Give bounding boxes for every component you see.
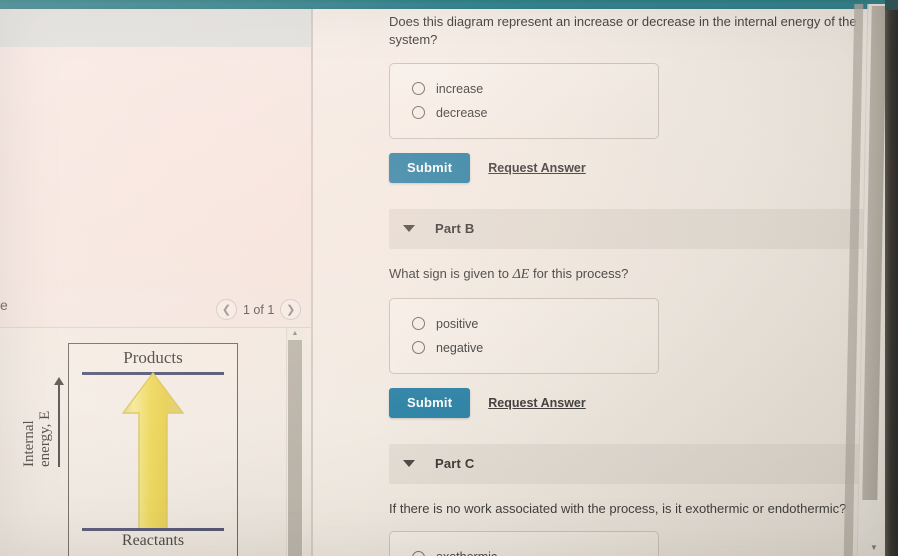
submit-button[interactable]: Submit [389,387,471,418]
radio-button-icon[interactable] [412,106,425,120]
delta-e-symbol: ΔE [512,266,530,282]
figure-panel: e ❮ 1 of 1 ❯ ▲ Internal energy, E Produc… [0,5,320,556]
figure-panel-top-strip [0,5,311,47]
radio-button-icon[interactable] [412,317,425,331]
part-a-block: Does this diagram represent an increase … [389,13,869,183]
pager-label: 1 of 1 [243,302,275,317]
figure-scrollbar[interactable]: ▲ [286,328,303,556]
option-positive-label: positive [436,316,479,331]
radio-button-icon[interactable] [412,341,425,355]
request-answer-link[interactable]: Request Answer [488,161,585,175]
cut-off-text: e [0,297,8,313]
option-exothermic-label: exothermic [436,550,497,556]
chevron-right-icon[interactable]: ❯ [280,299,302,320]
submit-button[interactable]: Submit [389,152,471,183]
scroll-up-icon[interactable]: ▲ [287,328,303,339]
reactants-energy-level [82,528,224,531]
part-c-header[interactable]: Part C [389,443,869,484]
part-b-question-pre: What sign is given to [389,265,513,281]
part-c-answer-box: exothermic [389,531,659,556]
scroll-down-icon[interactable]: ▼ [864,540,884,554]
caret-down-icon[interactable] [403,225,415,233]
photo-dark-edge-top [885,0,898,10]
chevron-left-icon[interactable]: ❮ [216,299,237,320]
part-c-question: If there is no work associated with the … [389,500,847,516]
part-a-question: Does this diagram represent an increase … [389,14,857,48]
part-a-actions: Submit Request Answer [389,152,869,183]
question-panel: Does this diagram represent an increase … [313,5,898,556]
option-decrease[interactable]: decrease [390,101,658,125]
question-content: Does this diagram represent an increase … [389,5,869,556]
option-positive[interactable]: positive [390,312,658,336]
photo-dark-edge [885,0,898,556]
energy-axis-label: Internal energy, E [21,387,54,467]
app-top-band [0,0,898,9]
request-answer-link[interactable]: Request Answer [488,396,585,410]
part-b-actions: Submit Request Answer [389,387,869,418]
part-c-title: Part C [435,456,475,472]
axis-label-line1: Internal [21,420,37,467]
figure-panel-body [0,47,311,293]
part-c-block: If there is no work associated with the … [389,500,869,556]
reactants-label: Reactants [121,532,185,549]
radio-button-icon[interactable] [412,82,425,96]
axis-label-line2: energy, E [36,410,53,467]
option-exothermic[interactable]: exothermic [390,545,658,556]
option-decrease-label: decrease [436,105,488,120]
option-increase-label: increase [436,81,484,96]
energy-axis-line [58,381,60,467]
part-b-question: What sign is given to ΔE for this proces… [389,265,859,285]
part-b-title: Part B [435,221,475,237]
part-a-answer-box: increase decrease [389,62,659,139]
part-b-block: What sign is given to ΔE for this proces… [389,265,869,418]
part-b-question-post: for this process? [529,265,629,281]
option-negative[interactable]: negative [390,336,658,360]
energy-increase-arrow-icon [121,371,185,530]
caret-down-icon[interactable] [403,460,415,468]
energy-diagram: Products Reactants [68,343,238,556]
products-label: Products [123,348,183,367]
radio-button-icon[interactable] [412,550,425,556]
option-negative-label: negative [436,340,484,355]
figure-scrollbar-thumb[interactable] [288,340,302,556]
part-b-answer-box: positive negative [389,297,659,374]
figure-pager: ❮ 1 of 1 ❯ [216,299,302,320]
option-increase[interactable]: increase [390,77,658,101]
part-b-header[interactable]: Part B [389,208,869,249]
